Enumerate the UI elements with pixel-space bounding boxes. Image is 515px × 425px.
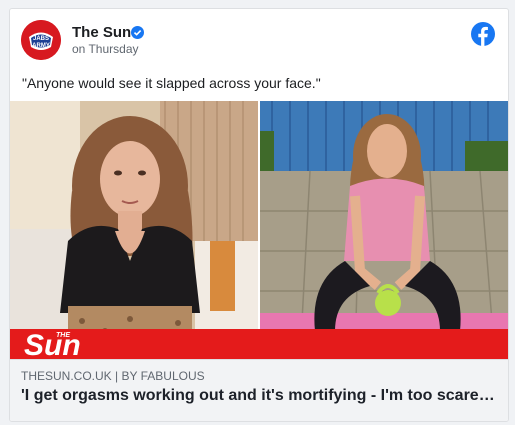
avatar-text-top: JABS: [33, 36, 49, 42]
link-preview-image[interactable]: Sun THE: [10, 101, 508, 359]
link-by-label: BY: [121, 369, 141, 383]
page-avatar[interactable]: JABS ARMY: [21, 20, 61, 60]
facebook-icon: [471, 22, 495, 46]
sun-logo-text: Sun: [24, 329, 81, 359]
link-title[interactable]: 'I get orgasms working out and it's mort…: [21, 387, 499, 405]
facebook-post-card: JABS ARMY The Sun on Thursday "Anyone wo…: [9, 8, 509, 422]
verified-badge-icon: [131, 26, 144, 39]
post-header: JABS ARMY The Sun on Thursday: [10, 9, 508, 65]
link-domain-text: THESUN.CO.UK: [21, 369, 112, 383]
page-name-link[interactable]: The Sun: [72, 24, 131, 41]
post-timestamp[interactable]: on Thursday: [72, 42, 139, 56]
sun-logo-small-text: THE: [56, 332, 70, 339]
post-message: "Anyone would see it slapped across your…: [22, 75, 321, 91]
link-separator: |: [111, 369, 122, 383]
link-domain: THESUN.CO.UK | BY FABULOUS: [21, 369, 205, 383]
avatar-text-bottom: ARMY: [32, 43, 50, 49]
link-preview-footer[interactable]: THESUN.CO.UK | BY FABULOUS 'I get orgasm…: [10, 359, 508, 421]
link-author[interactable]: FABULOUS: [141, 369, 205, 383]
